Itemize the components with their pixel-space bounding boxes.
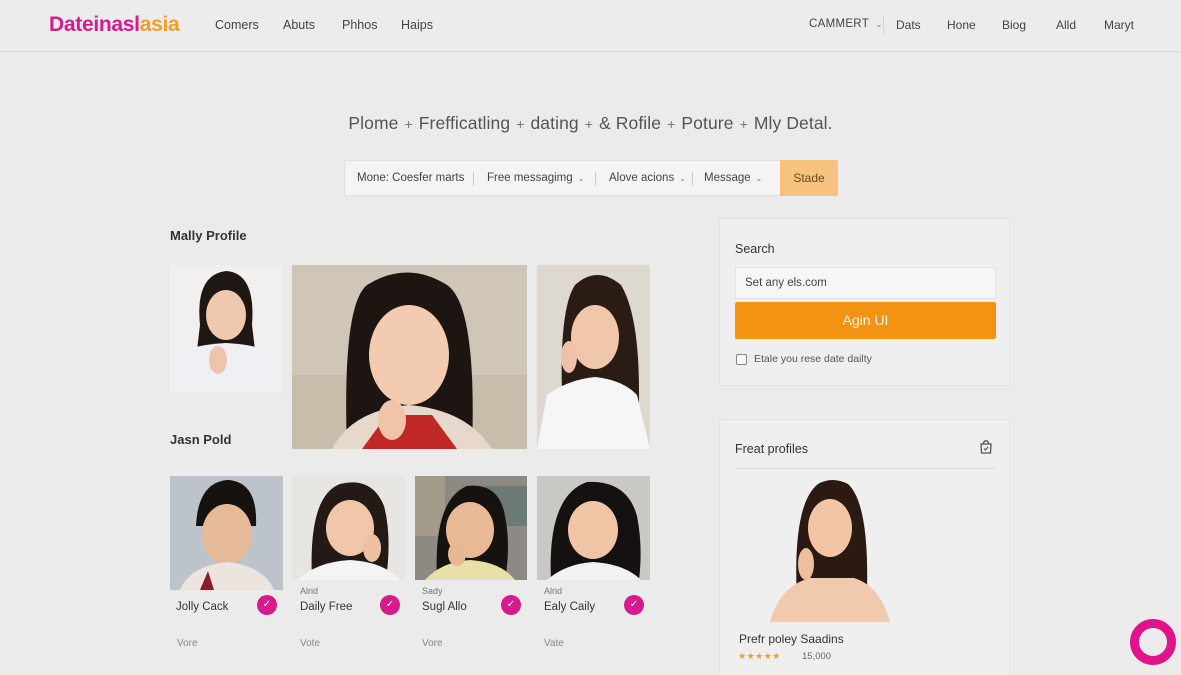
profile-photo-small-right[interactable] — [537, 265, 650, 449]
check-icon[interactable]: ✓ — [501, 595, 521, 615]
filter-free-messaging-label: Free messagimg — [487, 172, 573, 184]
breadcrumb-separator: + — [516, 116, 525, 132]
filter-alove-acions-label: Alove acions — [609, 172, 675, 184]
featured-panel-title: Freat profiles — [735, 442, 808, 456]
bag-icon[interactable] — [978, 439, 994, 455]
nav-link-maryt[interactable]: Maryt — [1104, 18, 1134, 32]
filter-divider — [595, 172, 596, 186]
breadcrumb-separator: + — [667, 116, 676, 132]
featured-panel: Freat profiles Prefr poley Saadins ★★★★★… — [719, 419, 1010, 675]
profile-section-title: Mally Profile — [170, 228, 247, 243]
nav-link-comers[interactable]: Comers — [215, 18, 259, 32]
brand-logo[interactable]: Dateinaslasia — [49, 13, 180, 37]
search-input[interactable]: Set any els.com — [735, 267, 996, 299]
card-vote[interactable]: Vote — [300, 638, 320, 649]
daily-checkbox-label: Etale you rese date dailty — [754, 353, 872, 365]
featured-name[interactable]: Prefr poley Saadins — [739, 632, 844, 646]
card-subtitle: Sady — [422, 586, 443, 596]
top-navbar: Dateinaslasia Comers Abuts Phhos Haips C… — [0, 0, 1181, 52]
breadcrumb-item[interactable]: Frefficatling — [419, 113, 510, 133]
search-panel-title: Search — [735, 242, 775, 256]
nav-link-phhos[interactable]: Phhos — [342, 18, 377, 32]
second-section-title: Jasn Pold — [170, 432, 232, 447]
rating-stars: ★★★★★ — [738, 651, 781, 661]
card-photo-2[interactable] — [292, 476, 405, 580]
check-icon[interactable]: ✓ — [624, 595, 644, 615]
filter-divider — [473, 172, 474, 186]
profile-photo-small-left[interactable] — [170, 265, 282, 393]
rating-count: 15,000 — [802, 651, 832, 662]
breadcrumb: Plome + Frefficatling + dating + & Rofile + Potu… — [0, 113, 1181, 134]
profile-photo-main[interactable] — [292, 265, 527, 449]
card-name[interactable]: Jolly Cack — [176, 601, 228, 613]
panel-divider — [735, 468, 995, 469]
filter-free-messaging[interactable]: Free messagimg ⌄ — [487, 172, 584, 184]
card-subtitle: Alrid — [544, 586, 563, 596]
filter-submit-button[interactable]: Stade — [780, 160, 838, 196]
card-vote[interactable]: Vore — [422, 638, 443, 649]
nav-link-alld[interactable]: Alld — [1056, 18, 1076, 32]
breadcrumb-item[interactable]: Poture — [681, 113, 733, 133]
chevron-down-icon: ⌄ — [577, 174, 585, 183]
search-submit-button[interactable]: Agin UI — [735, 302, 996, 339]
card-name[interactable]: Daily Free — [300, 601, 352, 613]
featured-photo[interactable] — [770, 476, 890, 622]
card-vote[interactable]: Vore — [177, 638, 198, 649]
ring-icon[interactable] — [1130, 619, 1176, 665]
chevron-down-icon: ⌄ — [679, 174, 686, 183]
card-name[interactable]: Sugl Allo — [422, 601, 467, 613]
check-icon[interactable]: ✓ — [380, 595, 400, 615]
breadcrumb-separator: + — [584, 116, 594, 132]
filter-divider — [692, 172, 693, 186]
card-name[interactable]: Ealy Caily — [544, 601, 595, 613]
breadcrumb-item[interactable]: & Rofile — [599, 113, 661, 133]
chevron-down-icon: ⌄ — [755, 174, 763, 183]
filter-alove-acions[interactable]: Alove acions ⌄ — [609, 172, 686, 184]
card-photo-1[interactable] — [170, 476, 283, 590]
card-photo-4[interactable] — [537, 476, 650, 580]
breadcrumb-item[interactable]: Mly Detal. — [754, 113, 833, 133]
nav-link-biog[interactable]: Biog — [1002, 18, 1026, 32]
filter-mone[interactable]: Mone: Coesfer marts — [357, 172, 464, 184]
nav-link-dats[interactable]: Dats — [896, 18, 921, 32]
breadcrumb-item[interactable]: dating — [530, 113, 578, 133]
nav-dropdown-label: CAMMERT — [809, 18, 870, 30]
breadcrumb-item[interactable]: Plome — [348, 113, 398, 133]
nav-link-abuts[interactable]: Abuts — [283, 18, 315, 32]
chevron-down-icon: ⌄ — [875, 19, 883, 29]
brand-part1: Dateinasl — [49, 13, 140, 36]
filter-message[interactable]: Message ⌄ — [704, 172, 762, 184]
filter-bar: Mone: Coesfer marts Free messagimg ⌄ Alov… — [344, 160, 838, 196]
brand-part2: asia — [139, 13, 180, 36]
search-panel: Search Set any els.com Agin UI Etale you… — [719, 218, 1010, 386]
daily-checkbox[interactable] — [736, 354, 747, 365]
check-icon[interactable]: ✓ — [257, 595, 277, 615]
card-photo-3[interactable] — [415, 476, 527, 580]
nav-link-haips[interactable]: Haips — [401, 18, 433, 32]
nav-dropdown[interactable]: CAMMERT ⌄ — [809, 18, 883, 30]
filter-message-label: Message — [704, 172, 751, 184]
breadcrumb-separator: + — [739, 116, 748, 132]
breadcrumb-separator: + — [404, 116, 413, 132]
nav-link-hone[interactable]: Hone — [947, 18, 976, 32]
nav-divider — [883, 16, 884, 34]
card-vote[interactable]: Vate — [544, 638, 564, 649]
card-subtitle: Alrid — [300, 586, 319, 596]
